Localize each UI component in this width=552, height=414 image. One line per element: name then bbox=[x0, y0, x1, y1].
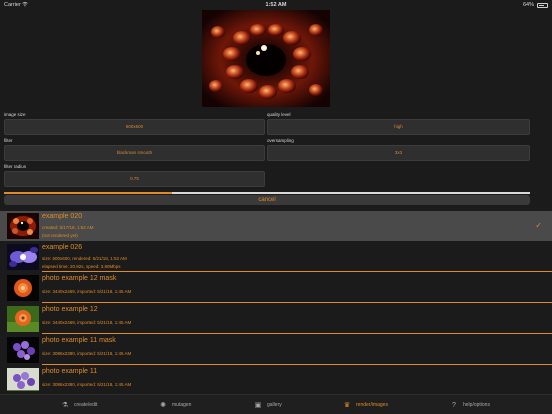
cancel-button[interactable]: cancel bbox=[4, 195, 530, 205]
item-info: size: 3440x2469, imported: 5/21/18, 1:45… bbox=[42, 320, 132, 325]
image-size-field[interactable]: 600x600 bbox=[4, 119, 265, 135]
row-divider bbox=[42, 364, 552, 365]
item-title: example 020 bbox=[42, 213, 83, 220]
row-divider bbox=[42, 333, 552, 334]
tab-bar: ⚗ create/edit ✺ mutagen ▣ gallery ♛ rend… bbox=[0, 394, 552, 414]
status-bar: Carrier 1:52 AM 64% bbox=[0, 0, 552, 10]
mutagen-icon: ✺ bbox=[160, 402, 166, 409]
tab-help-options[interactable]: ? help/options bbox=[449, 395, 490, 414]
tab-mutagen[interactable]: ✺ mutagen bbox=[158, 395, 191, 414]
tab-label: gallery bbox=[267, 402, 282, 408]
tab-gallery[interactable]: ▣ gallery bbox=[253, 395, 282, 414]
tab-label: create/edit bbox=[74, 402, 98, 408]
tab-create-edit[interactable]: ⚗ create/edit bbox=[60, 395, 98, 414]
item-title: photo example 11 bbox=[42, 368, 98, 375]
quality-level-label: quality level bbox=[267, 112, 291, 117]
list-item[interactable]: example 026 size: 600x600, rendered: 5/2… bbox=[0, 242, 552, 272]
render-progress-fill bbox=[4, 192, 173, 194]
list-item[interactable]: example 020 created: 5/17/18, 1:52 AM (n… bbox=[0, 211, 552, 241]
tab-render-images[interactable]: ♛ render/images bbox=[342, 395, 388, 414]
thumbnail-image bbox=[7, 275, 39, 301]
thumbnail-image bbox=[7, 368, 39, 391]
image-list: example 020 created: 5/17/18, 1:52 AM (n… bbox=[0, 211, 552, 391]
list-item[interactable]: photo example 11 mask size: 3086x2380, i… bbox=[0, 335, 552, 365]
item-title: photo example 12 bbox=[42, 306, 98, 313]
item-info: size: 3086x2380, imported: 5/21/18, 1:45… bbox=[42, 382, 132, 387]
item-title: photo example 11 mask bbox=[42, 337, 116, 344]
help-icon: ? bbox=[452, 401, 456, 409]
item-info: size: 3440x2469, imported: 5/21/18, 1:45… bbox=[42, 289, 132, 294]
filter-radius-label: filter radius bbox=[4, 164, 27, 169]
thumbnail-image bbox=[7, 244, 39, 270]
quality-level-field[interactable]: high bbox=[267, 119, 530, 135]
row-divider bbox=[42, 302, 552, 303]
item-title: example 026 bbox=[42, 244, 83, 251]
item-info: size: 3086x2380, imported: 5/21/18, 1:45… bbox=[42, 351, 132, 356]
oversampling-field[interactable]: 3x3 bbox=[267, 145, 530, 161]
list-item[interactable]: photo example 11 size: 3086x2380, import… bbox=[0, 366, 552, 391]
thumbnail-image bbox=[7, 337, 39, 363]
filter-field[interactable]: blackman smooth bbox=[4, 145, 265, 161]
tab-label: render/images bbox=[356, 402, 388, 408]
list-item[interactable]: photo example 12 mask size: 3440x2469, i… bbox=[0, 273, 552, 303]
flask-icon: ⚗ bbox=[61, 402, 69, 409]
filter-radius-field[interactable]: 0.75 bbox=[4, 171, 265, 187]
checkmark-icon: ✓ bbox=[535, 221, 542, 230]
item-info: created: 5/17/18, 1:52 AM bbox=[42, 225, 94, 230]
tab-label: help/options bbox=[463, 402, 490, 408]
battery-icon bbox=[537, 2, 548, 8]
battery-percent: 64% bbox=[522, 2, 534, 8]
render-preview-image bbox=[202, 10, 330, 107]
row-divider bbox=[42, 271, 552, 272]
render-icon: ♛ bbox=[343, 402, 351, 409]
gallery-icon: ▣ bbox=[254, 402, 262, 409]
item-stats: elapsed time: 20.82s, speed: 3.80Mbps bbox=[42, 264, 121, 269]
item-status: (not rendered yet) bbox=[42, 233, 78, 238]
filter-label: filter bbox=[4, 138, 13, 143]
tab-label: mutagen bbox=[172, 402, 192, 408]
item-info: size: 600x600, rendered: 5/21/18, 1:52 A… bbox=[42, 256, 127, 261]
oversampling-label: oversampling bbox=[267, 138, 294, 143]
thumbnail-image bbox=[7, 213, 39, 239]
item-title: photo example 12 mask bbox=[42, 275, 117, 282]
list-item[interactable]: photo example 12 size: 3440x2469, import… bbox=[0, 304, 552, 334]
render-progress-bar bbox=[4, 192, 530, 194]
clock: 1:52 AM bbox=[265, 2, 287, 8]
thumbnail-image bbox=[7, 306, 39, 332]
image-size-label: image size bbox=[4, 112, 26, 117]
